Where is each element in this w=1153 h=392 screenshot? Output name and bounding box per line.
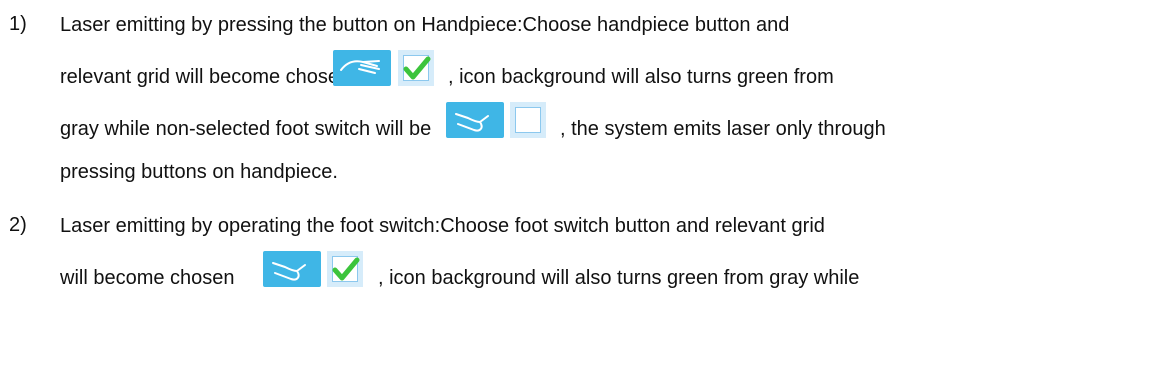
- item-1-line-4-text: pressing buttons on handpiece.: [60, 161, 338, 183]
- item-1-line-2b-text: , icon background will also turns green …: [448, 66, 834, 88]
- item-2-line-2b-text: , icon background will also turns green …: [378, 267, 860, 289]
- foot-switch-selected-button-icon: [263, 251, 321, 287]
- empty-checkbox-icon: [515, 107, 541, 133]
- item-2-line-1-text: Laser emitting by operating the foot swi…: [60, 215, 825, 237]
- item-2-line-2-text: will become chosen: [60, 267, 235, 289]
- unchecked-grid: [510, 102, 546, 138]
- handpiece-button-icon: [333, 50, 391, 86]
- foot-icon: [455, 113, 489, 132]
- foot-switch-button-icon: [446, 102, 504, 138]
- foot-icon-selected: [272, 262, 306, 281]
- item-1-line-2-text: relevant grid will become chosen: [60, 66, 351, 88]
- checkmark-icon-2: [332, 257, 360, 281]
- checked-grid-2: [327, 251, 363, 287]
- item-1-line-1-text: Laser emitting by pressing the button on…: [60, 14, 790, 36]
- item-1-line-1: Laser emitting by pressing the button on…: [60, 13, 1136, 37]
- checked-grid: [398, 50, 434, 86]
- item-2-line-1: Laser emitting by operating the foot swi…: [60, 214, 1136, 238]
- checkmark-icon: [403, 56, 431, 80]
- item-number-1: 1): [9, 13, 27, 35]
- hand-icon: [340, 60, 380, 74]
- document-page: 1) Laser emitting by pressing the button…: [0, 0, 1153, 392]
- item-1-line-3-text: gray while non-selected foot switch will…: [60, 118, 432, 140]
- item-number-2: 2): [9, 214, 27, 236]
- item-1-line-3b-text: , the system emits laser only through: [560, 118, 886, 140]
